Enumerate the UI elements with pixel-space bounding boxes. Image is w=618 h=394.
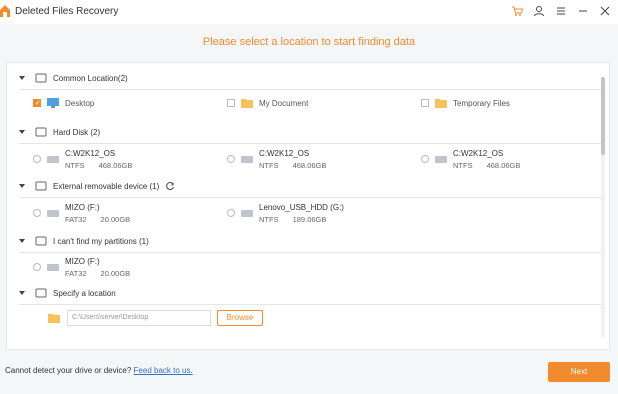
section-title: Hard Disk (2): [53, 127, 101, 137]
footer-help-text: Cannot detect your drive or device? Feed…: [5, 366, 193, 375]
drive-item[interactable]: MIZO (F:) FAT32 20.00GB: [33, 255, 130, 279]
section-title: Common Location(2): [53, 73, 128, 83]
drive-icon: [35, 73, 47, 83]
location-panel: Common Location(2) Desktop My Document T…: [6, 62, 610, 350]
radio-icon[interactable]: [33, 263, 41, 271]
drive-icon: [35, 181, 47, 191]
page-heading: Please select a location to start findin…: [202, 36, 416, 48]
divider: [19, 89, 601, 90]
section-title: Specify a location: [53, 288, 116, 298]
divider: [19, 197, 601, 198]
checkbox-icon[interactable]: [421, 99, 429, 107]
drive-icon: [35, 288, 47, 298]
location-my-document[interactable]: My Document: [227, 91, 308, 115]
section-common-location[interactable]: Common Location(2): [19, 69, 128, 87]
monitor-icon: [47, 98, 59, 108]
drive-item[interactable]: C:W2K12_OS NTFS 468.06GB: [421, 147, 520, 171]
window-title: Deleted Files Recovery: [15, 6, 119, 17]
hard-drive-icon: [241, 156, 253, 163]
divider: [19, 252, 601, 253]
drive-item[interactable]: C:W2K12_OS NTFS 468.06GB: [227, 147, 326, 171]
folder-icon: [241, 99, 253, 108]
next-button[interactable]: Next: [548, 362, 610, 382]
hard-drive-icon: [435, 156, 447, 163]
radio-icon[interactable]: [227, 155, 235, 163]
hard-drive-icon: [47, 264, 59, 271]
drive-icon: [35, 236, 47, 246]
location-desktop[interactable]: Desktop: [33, 91, 94, 115]
drive-item[interactable]: C:W2K12_OS NTFS 468.06GB: [33, 147, 132, 171]
checkbox-checked-icon[interactable]: [33, 99, 41, 107]
divider: [19, 143, 601, 144]
titlebar-controls: [508, 2, 614, 20]
collapse-caret-icon[interactable]: [19, 291, 25, 295]
hard-drive-icon: [47, 156, 59, 163]
title-bar: Deleted Files Recovery: [0, 0, 618, 24]
radio-icon[interactable]: [33, 155, 41, 163]
minimize-icon[interactable]: [574, 2, 592, 20]
folder-icon: [435, 99, 447, 108]
drive-item[interactable]: MIZO (F:) FAT32 20.00GB: [33, 201, 130, 225]
user-icon[interactable]: [530, 2, 548, 20]
section-cant-find-partitions[interactable]: I can't find my partitions (1): [19, 232, 149, 250]
section-title: I can't find my partitions (1): [53, 236, 149, 246]
feedback-link[interactable]: Feed back to us.: [134, 366, 193, 375]
home-icon: [0, 5, 10, 17]
divider: [19, 304, 601, 305]
collapse-caret-icon[interactable]: [19, 76, 25, 80]
collapse-caret-icon[interactable]: [19, 184, 25, 188]
drive-item[interactable]: Lenovo_USB_HDD (G:) NTFS 189.06GB: [227, 201, 344, 225]
hard-drive-icon: [47, 210, 59, 217]
radio-icon[interactable]: [421, 155, 429, 163]
refresh-icon[interactable]: [165, 181, 175, 191]
radio-icon[interactable]: [33, 209, 41, 217]
collapse-caret-icon[interactable]: [19, 130, 25, 134]
section-title: External removable device (1): [53, 181, 160, 191]
section-external-device[interactable]: External removable device (1): [19, 177, 175, 195]
section-hard-disk[interactable]: Hard Disk (2): [19, 123, 100, 141]
menu-icon[interactable]: [552, 2, 570, 20]
drive-icon: [35, 127, 47, 137]
location-temporary-files[interactable]: Temporary Files: [421, 91, 510, 115]
close-icon[interactable]: [596, 2, 614, 20]
scrollbar-thumb[interactable]: [601, 77, 605, 155]
browse-button[interactable]: Browse: [217, 310, 263, 326]
folder-icon: [48, 314, 60, 323]
hard-drive-icon: [241, 210, 253, 217]
radio-icon[interactable]: [227, 209, 235, 217]
checkbox-icon[interactable]: [227, 99, 235, 107]
collapse-caret-icon[interactable]: [19, 239, 25, 243]
cart-icon[interactable]: [508, 2, 526, 20]
section-specify-location[interactable]: Specify a location: [19, 284, 116, 302]
location-path-input[interactable]: C:\Users\server\Desktop: [67, 310, 211, 326]
